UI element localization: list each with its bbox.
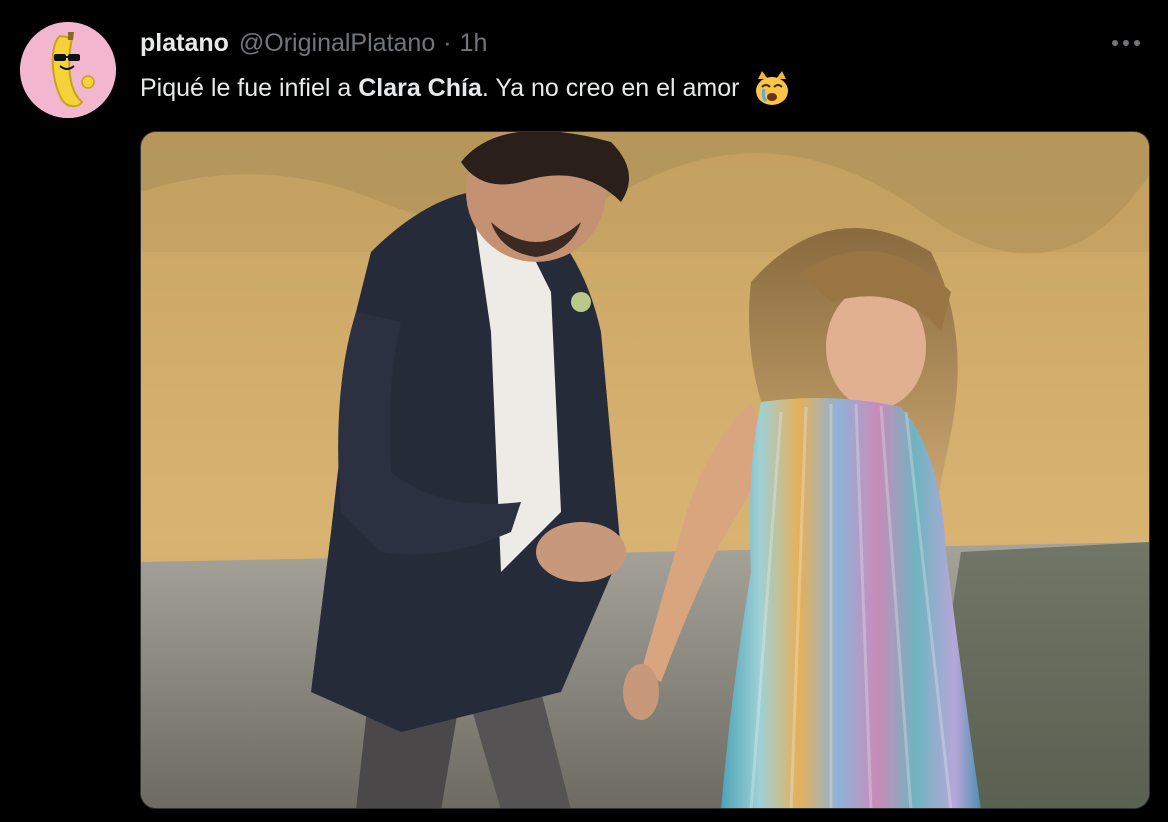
separator-dot: ·: [443, 29, 452, 57]
tweet-photo[interactable]: [140, 131, 1150, 809]
tweet-text: Piqué le fue infiel a Clara Chía. Ya no …: [140, 68, 792, 109]
avatar[interactable]: [20, 22, 116, 118]
platano-logo-icon: [20, 22, 116, 118]
dot: [1123, 40, 1129, 46]
display-name[interactable]: platano: [140, 26, 229, 60]
dot: [1134, 40, 1140, 46]
crying-cat-face-icon: [756, 71, 789, 106]
timestamp[interactable]: 1h: [460, 26, 488, 60]
tweet-text-bold: Clara Chía: [358, 74, 482, 102]
user-handle[interactable]: @OriginalPlatano: [239, 26, 435, 60]
more-options-icon[interactable]: [1106, 28, 1146, 58]
photo-illustration: [141, 132, 1149, 808]
tweet-header: platano @OriginalPlatano · 1h: [140, 26, 487, 60]
tweet[interactable]: platano @OriginalPlatano · 1h Piqué le f…: [0, 0, 1168, 822]
tweet-text-end: . Ya no creo en el amor: [481, 74, 740, 102]
dot: [1112, 40, 1118, 46]
tweet-text-start: Piqué le fue infiel a: [140, 74, 359, 102]
